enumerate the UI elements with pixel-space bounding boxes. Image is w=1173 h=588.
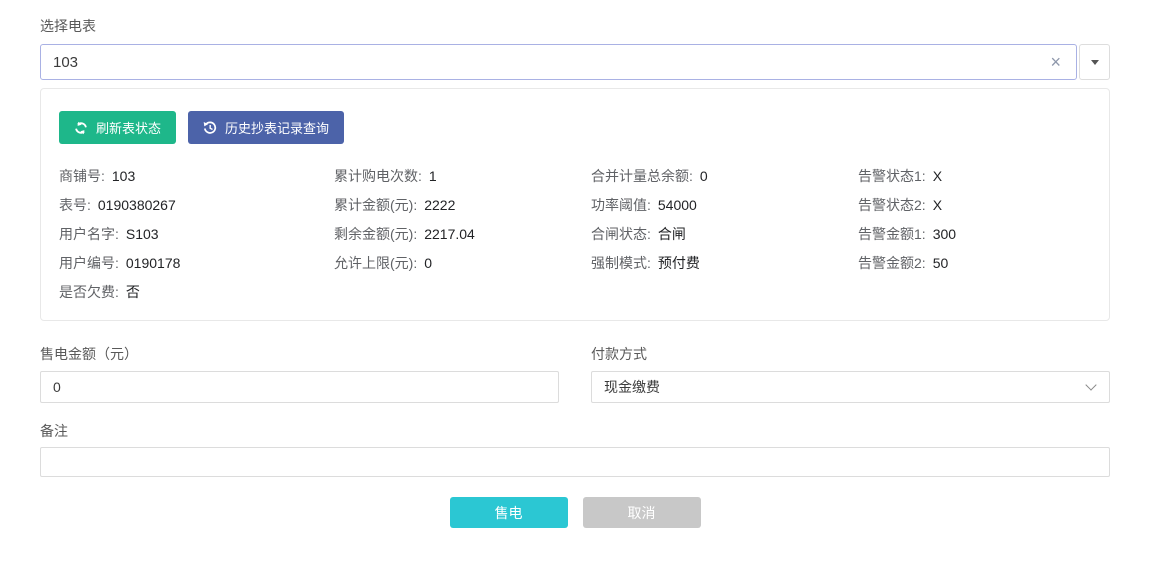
info-field-switch-state: 合闸状态: 合闸: [591, 220, 858, 249]
info-field-user-name: 用户名字: S103: [59, 220, 334, 249]
field-label: 累计金额(元):: [334, 197, 417, 213]
field-value: X: [933, 197, 942, 213]
info-column-alarms: 告警状态1: X 告警状态2: X 告警金额1: 300 告警金额2: 50: [858, 162, 1091, 307]
field-value: 否: [126, 284, 140, 300]
sell-power-form: 选择电表 × 刷新表状态: [40, 16, 1110, 528]
payment-method-value: 现金缴费: [604, 377, 660, 397]
form-actions: 售电 取消: [40, 497, 1110, 528]
field-label: 强制模式:: [591, 255, 651, 271]
field-label: 用户编号:: [59, 255, 119, 271]
info-column-status: 合并计量总余额: 0 功率阈值: 54000 合闸状态: 合闸 强制模式: 预付费: [591, 162, 858, 307]
meter-select-input[interactable]: [41, 45, 1076, 79]
info-column-amounts: 累计购电次数: 1 累计金额(元): 2222 剩余金额(元): 2217.04 允许…: [334, 162, 591, 307]
clear-icon[interactable]: ×: [1050, 53, 1061, 71]
refresh-status-label: 刷新表状态: [96, 118, 161, 137]
field-value: 103: [112, 168, 135, 184]
sell-amount-input[interactable]: [40, 371, 559, 403]
field-label: 告警状态1:: [858, 168, 926, 184]
info-field-purchase-count: 累计购电次数: 1: [334, 162, 591, 191]
info-field-total-amount: 累计金额(元): 2222: [334, 191, 591, 220]
field-label: 是否欠费:: [59, 284, 119, 300]
field-value: 2222: [424, 197, 455, 213]
panel-toolbar: 刷新表状态 历史抄表记录查询: [59, 111, 1091, 144]
sell-amount-field: 售电金额（元）: [40, 344, 559, 403]
field-label: 剩余金额(元):: [334, 226, 417, 242]
sell-amount-label: 售电金额（元）: [40, 344, 559, 364]
info-field-alarm-amount-1: 告警金额1: 300: [858, 220, 1091, 249]
field-value: 0: [700, 168, 708, 184]
meter-select-input-wrap: ×: [40, 44, 1077, 80]
payment-method-select[interactable]: 现金缴费: [591, 371, 1110, 403]
info-field-user-no: 用户编号: 0190178: [59, 249, 334, 278]
payment-form-row: 售电金额（元） 付款方式 现金缴费: [40, 344, 1110, 403]
info-field-alarm-state-2: 告警状态2: X: [858, 191, 1091, 220]
info-field-allowed-limit: 允许上限(元): 0: [334, 249, 591, 278]
field-label: 告警状态2:: [858, 197, 926, 213]
info-field-shop-no: 商铺号: 103: [59, 162, 334, 191]
history-icon: [203, 121, 217, 135]
field-value: 0: [424, 255, 432, 271]
field-value: 0190380267: [98, 197, 176, 213]
info-field-meter-no: 表号: 0190380267: [59, 191, 334, 220]
field-value: 合闸: [658, 226, 686, 242]
field-value: 2217.04: [424, 226, 475, 242]
remark-label: 备注: [40, 421, 1110, 441]
field-value: 54000: [658, 197, 697, 213]
meter-info-panel: 刷新表状态 历史抄表记录查询 商铺号: 103 表号: 0: [40, 88, 1110, 321]
remark-field: 备注: [40, 421, 1110, 477]
field-label: 允许上限(元):: [334, 255, 417, 271]
field-label: 商铺号:: [59, 168, 105, 184]
field-value: 300: [933, 226, 956, 242]
field-label: 累计购电次数:: [334, 168, 422, 184]
chevron-down-icon: [1085, 379, 1096, 390]
info-field-alarm-state-1: 告警状态1: X: [858, 162, 1091, 191]
remark-input[interactable]: [40, 447, 1110, 477]
field-value: 50: [933, 255, 949, 271]
field-value: S103: [126, 226, 159, 242]
payment-method-label: 付款方式: [591, 344, 1110, 364]
meter-dropdown-button[interactable]: [1079, 44, 1110, 80]
info-field-arrears: 是否欠费: 否: [59, 278, 334, 307]
info-field-combined-balance: 合并计量总余额: 0: [591, 162, 858, 191]
field-label: 合闸状态:: [591, 226, 651, 242]
payment-method-field: 付款方式 现金缴费: [591, 344, 1110, 403]
info-field-remaining-amount: 剩余金额(元): 2217.04: [334, 220, 591, 249]
sell-button[interactable]: 售电: [450, 497, 568, 528]
info-field-forced-mode: 强制模式: 预付费: [591, 249, 858, 278]
field-value: 0190178: [126, 255, 181, 271]
cancel-button[interactable]: 取消: [583, 497, 701, 528]
history-records-label: 历史抄表记录查询: [225, 118, 329, 137]
field-label: 合并计量总余额:: [591, 168, 693, 184]
field-label: 用户名字:: [59, 226, 119, 242]
meter-combobox: ×: [40, 44, 1110, 80]
refresh-icon: [74, 121, 88, 135]
refresh-status-button[interactable]: 刷新表状态: [59, 111, 176, 144]
field-label: 告警金额2:: [858, 255, 926, 271]
field-label: 功率阈值:: [591, 197, 651, 213]
meter-info-grid: 商铺号: 103 表号: 0190380267 用户名字: S103 用户编号: 019…: [59, 162, 1091, 307]
field-value: 预付费: [658, 255, 700, 271]
info-column-shop: 商铺号: 103 表号: 0190380267 用户名字: S103 用户编号: 019…: [59, 162, 334, 307]
info-field-alarm-amount-2: 告警金额2: 50: [858, 249, 1091, 278]
field-value: 1: [429, 168, 437, 184]
chevron-down-icon: [1091, 60, 1099, 65]
history-records-button[interactable]: 历史抄表记录查询: [188, 111, 344, 144]
field-value: X: [933, 168, 942, 184]
field-label: 表号:: [59, 197, 91, 213]
field-label: 告警金额1:: [858, 226, 926, 242]
info-field-power-threshold: 功率阈值: 54000: [591, 191, 858, 220]
meter-select-label: 选择电表: [40, 16, 1110, 36]
